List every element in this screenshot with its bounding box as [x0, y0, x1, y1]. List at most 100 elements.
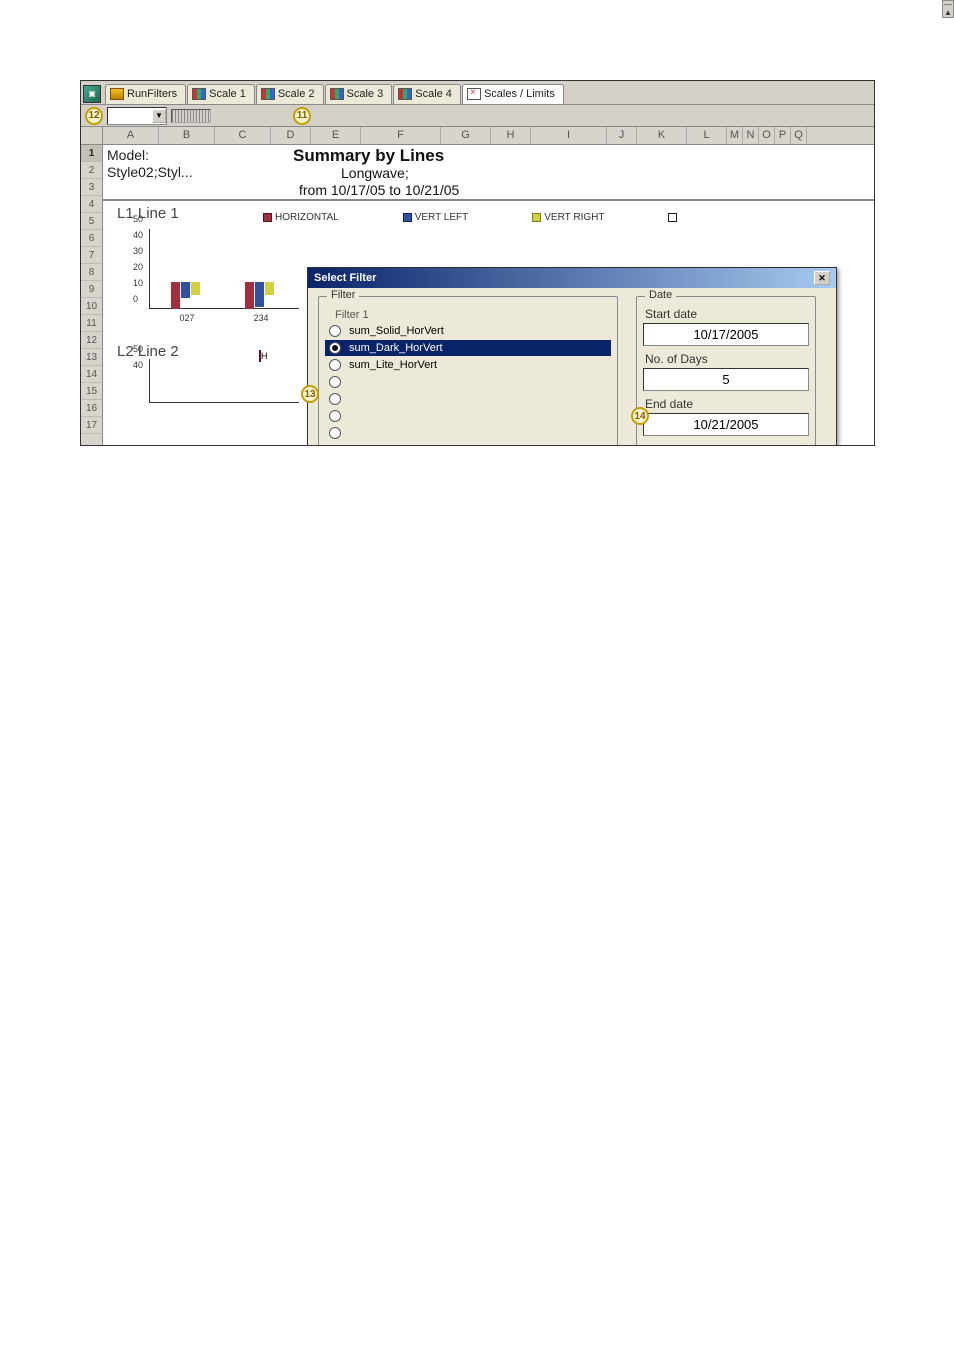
bar-horizontal: [171, 282, 180, 309]
col-header[interactable]: P: [775, 127, 791, 144]
toolbar-dropdown[interactable]: ▼: [107, 107, 167, 125]
row-header[interactable]: 14: [81, 366, 102, 383]
summary-title: Summary by Lines: [293, 146, 444, 166]
col-header[interactable]: B: [159, 127, 215, 144]
col-header[interactable]: L: [687, 127, 727, 144]
bar-group: [245, 282, 274, 309]
column-headers: A B C D E F G H I J K L M N O P Q —▲: [81, 127, 874, 145]
xtick: 027: [179, 313, 194, 323]
chart1-legend: HORIZONTAL VERT LEFT VERT RIGHT: [263, 212, 680, 223]
row-header[interactable]: 4: [81, 196, 102, 213]
row-header[interactable]: 12: [81, 332, 102, 349]
dialog-titlebar[interactable]: Select Filter ✕: [308, 268, 836, 288]
col-header[interactable]: C: [215, 127, 271, 144]
ytick: 20: [133, 262, 143, 272]
row-header[interactable]: 9: [81, 281, 102, 298]
tab-scale4[interactable]: Scale 4: [393, 84, 461, 104]
radio-icon: [329, 410, 341, 422]
bar-horizontal: [245, 282, 254, 309]
toolbar: 12 ▼ 11: [81, 105, 874, 127]
longwave-label: Longwave;: [341, 165, 409, 181]
chart1-title: L1 Line 1: [117, 205, 179, 222]
funnel-icon: [110, 88, 124, 100]
date-fieldset: Date Start date 10/17/2005 No. of Days 5…: [636, 296, 816, 445]
end-date-input[interactable]: 10/21/2005: [643, 413, 809, 436]
select-all-corner[interactable]: [81, 127, 103, 144]
row-header[interactable]: 11: [81, 315, 102, 332]
col-header[interactable]: D: [271, 127, 311, 144]
row-header[interactable]: 10: [81, 298, 102, 315]
row-header[interactable]: 2: [81, 162, 102, 179]
col-header[interactable]: N: [743, 127, 759, 144]
row-header[interactable]: 7: [81, 247, 102, 264]
bar-vert-left: [255, 282, 264, 307]
chart2-axes: [149, 359, 299, 403]
row-header[interactable]: 8: [81, 264, 102, 281]
col-header[interactable]: Q: [791, 127, 807, 144]
days-input[interactable]: 5: [643, 368, 809, 391]
ytick: 10: [133, 278, 143, 288]
chart-icon: [330, 88, 344, 100]
row-header[interactable]: 13: [81, 349, 102, 366]
content-area: Model: Style02;Styl... Summary by Lines …: [103, 145, 874, 445]
model-label: Model:: [107, 147, 149, 163]
row-header[interactable]: 3: [81, 179, 102, 196]
chevron-down-icon: ▼: [152, 109, 166, 123]
tab-label: Scale 3: [347, 88, 384, 100]
filter-option[interactable]: [325, 374, 611, 390]
bar-group: [171, 282, 200, 309]
col-header[interactable]: F: [361, 127, 441, 144]
col-header[interactable]: E: [311, 127, 361, 144]
callout-11: 11: [293, 107, 311, 125]
swatch-horizontal: [263, 213, 272, 222]
toolbar-grip[interactable]: [171, 109, 211, 123]
col-header[interactable]: A: [103, 127, 159, 144]
chart-icon: [398, 88, 412, 100]
filter-fieldset: Filter Filter 1 sum_Solid_HorVert sum_Da…: [318, 296, 618, 445]
ytick: 50: [133, 344, 143, 354]
col-header[interactable]: K: [637, 127, 687, 144]
tab-label: Scale 1: [209, 88, 246, 100]
chart-icon: [192, 88, 206, 100]
row-header[interactable]: 17: [81, 417, 102, 434]
row-header[interactable]: 15: [81, 383, 102, 400]
col-header[interactable]: G: [441, 127, 491, 144]
radio-icon: [329, 427, 341, 439]
filter-option[interactable]: sum_Solid_HorVert: [325, 323, 611, 339]
col-header[interactable]: J: [607, 127, 637, 144]
tab-scale2[interactable]: Scale 2: [256, 84, 324, 104]
scroll-up-button[interactable]: —▲: [942, 0, 954, 18]
tab-scales-limits[interactable]: Scales / Limits: [462, 84, 564, 104]
sheet-body: 1 2 3 4 5 6 7 8 9 10 11 12 13 14 15 16 1…: [81, 145, 874, 445]
filter-option[interactable]: [325, 391, 611, 407]
style-value: Style02;Styl...: [107, 164, 193, 180]
row-header[interactable]: 5: [81, 213, 102, 230]
swatch-vert-right: [532, 213, 541, 222]
close-button[interactable]: ✕: [814, 271, 830, 285]
tab-runfilters[interactable]: RunFilters: [105, 84, 186, 104]
filter-option[interactable]: sum_Lite_HorVert: [325, 357, 611, 373]
chart-icon: [261, 88, 275, 100]
app-menu-icon[interactable]: ▣: [83, 85, 101, 103]
col-header[interactable]: O: [759, 127, 775, 144]
tab-scale3[interactable]: Scale 3: [325, 84, 393, 104]
radio-icon: [329, 325, 341, 337]
tab-scale1[interactable]: Scale 1: [187, 84, 255, 104]
callout-13: 13: [301, 385, 319, 403]
filter-option[interactable]: [325, 408, 611, 424]
ytick: 40: [133, 230, 143, 240]
filter-option[interactable]: [325, 425, 611, 441]
end-date-label: End date: [645, 397, 809, 411]
col-header[interactable]: I: [531, 127, 607, 144]
col-header[interactable]: H: [491, 127, 531, 144]
ytick: 30: [133, 246, 143, 256]
filter-sublabel: Filter 1: [335, 309, 611, 321]
row-header[interactable]: 1: [81, 145, 102, 162]
row-headers: 1 2 3 4 5 6 7 8 9 10 11 12 13 14 15 16 1…: [81, 145, 103, 445]
filter-option[interactable]: sum_Dark_HorVert: [325, 340, 611, 356]
row-header[interactable]: 16: [81, 400, 102, 417]
row-header[interactable]: 6: [81, 230, 102, 247]
start-date-label: Start date: [645, 307, 809, 321]
col-header[interactable]: M: [727, 127, 743, 144]
start-date-input[interactable]: 10/17/2005: [643, 323, 809, 346]
